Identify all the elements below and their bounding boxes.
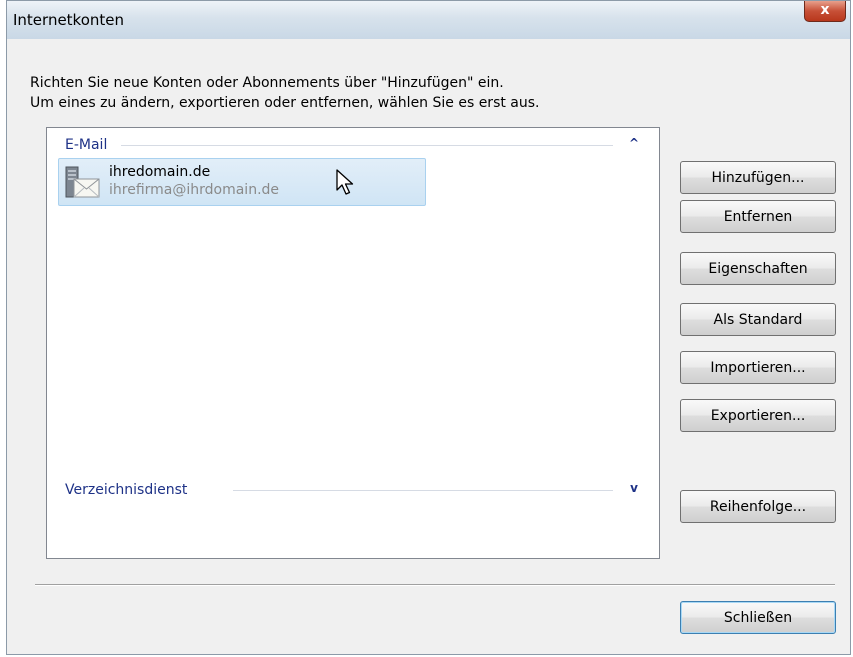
account-name: ihredomain.de: [109, 164, 211, 180]
footer-separator: [35, 584, 835, 586]
group-divider-email: [121, 145, 613, 146]
account-email: ihrefirma@ihrdomain.de: [109, 182, 280, 198]
set-default-button[interactable]: Als Standard: [680, 303, 836, 336]
dialog-content: Richten Sie neue Konten oder Abonnements…: [7, 39, 850, 654]
account-item-ihredomain[interactable]: ihredomain.de ihrefirma@ihrdomain.de: [58, 158, 426, 206]
group-header-email[interactable]: E-Mail: [65, 136, 107, 154]
instruction-text: Richten Sie neue Konten oder Abonnements…: [30, 75, 540, 111]
group-label-email: E-Mail: [65, 137, 108, 153]
add-button[interactable]: Hinzufügen...: [680, 161, 836, 194]
title-bar[interactable]: Internetkonten x: [7, 1, 850, 39]
group-label-directory-service: Verzeichnisdienst: [65, 482, 188, 498]
properties-button[interactable]: Eigenschaften: [680, 252, 836, 285]
close-window-button[interactable]: x: [804, 1, 846, 22]
window-title: Internetkonten: [13, 11, 125, 29]
export-button[interactable]: Exportieren...: [680, 399, 836, 432]
mail-account-icon: [65, 166, 100, 198]
group-header-directory-service[interactable]: Verzeichnisdienst: [65, 481, 187, 499]
close-button[interactable]: Schließen: [680, 601, 836, 634]
group-divider-directory-service: [233, 490, 613, 491]
chevron-down-icon[interactable]: v: [627, 481, 641, 495]
close-icon: x: [820, 2, 830, 18]
order-button[interactable]: Reihenfolge...: [680, 490, 836, 523]
chevron-up-icon[interactable]: ^: [627, 136, 641, 150]
import-button[interactable]: Importieren...: [680, 351, 836, 384]
remove-button[interactable]: Entfernen: [680, 200, 836, 233]
mouse-cursor-icon: [336, 169, 354, 195]
internet-accounts-dialog: Internetkonten x Richten Sie neue Konten…: [6, 0, 851, 655]
